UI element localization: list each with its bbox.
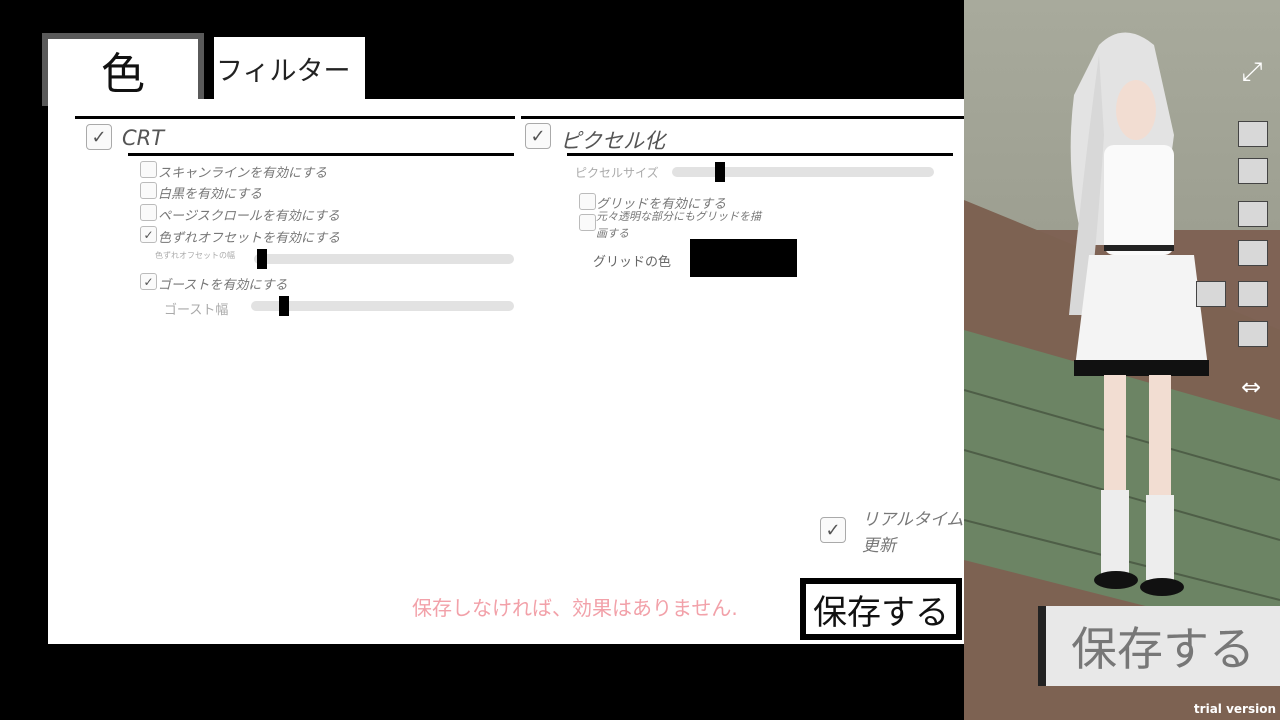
offset-width-slider-track[interactable] xyxy=(254,254,514,264)
realtime-label-2: 更新 xyxy=(862,536,896,556)
socks-icon[interactable] xyxy=(1238,281,1268,307)
expand-icon[interactable]: ⤢ xyxy=(1238,58,1266,86)
monochrome-label: 白黒を有効にする xyxy=(158,187,263,202)
crt-checkbox[interactable]: ✓ xyxy=(86,124,112,150)
offset-width-label: 色ずれオフセットの幅 xyxy=(155,251,235,260)
scanline-label: スキャンラインを有効にする xyxy=(158,166,328,181)
grid-transparent-label-1: 元々透明な部分にもグリッドを描 xyxy=(596,210,761,223)
grid-color-label: グリッドの色 xyxy=(593,255,672,270)
pixelize-title: ピクセル化 xyxy=(560,129,665,153)
monochrome-checkbox[interactable] xyxy=(140,182,157,199)
save-big-button-label: 保存する xyxy=(1046,606,1280,686)
page-scroll-label: ページスクロールを有効にする xyxy=(158,209,340,224)
pixel-size-slider-track[interactable] xyxy=(672,167,934,177)
crt-top-rule xyxy=(75,116,515,119)
ghost-width-slider-track[interactable] xyxy=(251,301,514,311)
face-icon[interactable] xyxy=(1238,158,1268,184)
grid-transparent-checkbox[interactable] xyxy=(579,214,596,231)
crt-title: CRT xyxy=(122,126,165,150)
pixel-size-slider-thumb[interactable] xyxy=(714,162,725,182)
bottom-icon[interactable] xyxy=(1238,240,1268,266)
grid-transparent-label-2: 画する xyxy=(596,227,629,240)
grid-checkbox[interactable] xyxy=(579,193,596,210)
pixel-sub-rule xyxy=(567,153,953,156)
ghost-checkbox[interactable]: ✓ xyxy=(140,273,157,290)
save-big-button[interactable]: 保存する xyxy=(1038,606,1280,686)
realtime-checkbox[interactable]: ✓ xyxy=(820,517,846,543)
tab-filter[interactable]: フィルター xyxy=(214,37,365,100)
scanline-checkbox[interactable] xyxy=(140,161,157,178)
pixelize-checkbox[interactable]: ✓ xyxy=(525,123,551,149)
top-icon[interactable] xyxy=(1238,201,1268,227)
crt-sub-rule xyxy=(128,153,514,156)
save-button-label: 保存する xyxy=(806,584,956,634)
ghost-width-label: ゴースト幅 xyxy=(164,303,229,318)
realtime-label-1: リアルタイム xyxy=(862,510,964,530)
pixel-top-rule xyxy=(521,116,964,119)
hair-icon[interactable] xyxy=(1238,121,1268,147)
swap-icon[interactable]: ⇔ xyxy=(1234,374,1268,400)
accessory-icon[interactable] xyxy=(1196,281,1226,307)
ghost-width-slider-thumb[interactable] xyxy=(278,296,289,316)
ghost-label: ゴーストを有効にする xyxy=(158,278,288,293)
color-offset-checkbox[interactable]: ✓ xyxy=(140,226,157,243)
color-offset-label: 色ずれオフセットを有効にする xyxy=(158,231,341,246)
grid-color-swatch[interactable] xyxy=(690,239,797,277)
offset-width-slider-thumb[interactable] xyxy=(256,249,267,269)
unsaved-warning: 保存しなければ、効果はありません. xyxy=(412,596,738,620)
save-button[interactable]: 保存する xyxy=(800,578,962,640)
pixel-size-label: ピクセルサイズ xyxy=(575,166,659,180)
tab-color[interactable]: 色 xyxy=(42,33,204,106)
shoes-icon[interactable] xyxy=(1238,321,1268,347)
trial-version-label: trial version xyxy=(1193,702,1276,716)
tab-color-label: 色 xyxy=(48,39,198,100)
character-figure xyxy=(1069,32,1209,596)
page-scroll-checkbox[interactable] xyxy=(140,204,157,221)
